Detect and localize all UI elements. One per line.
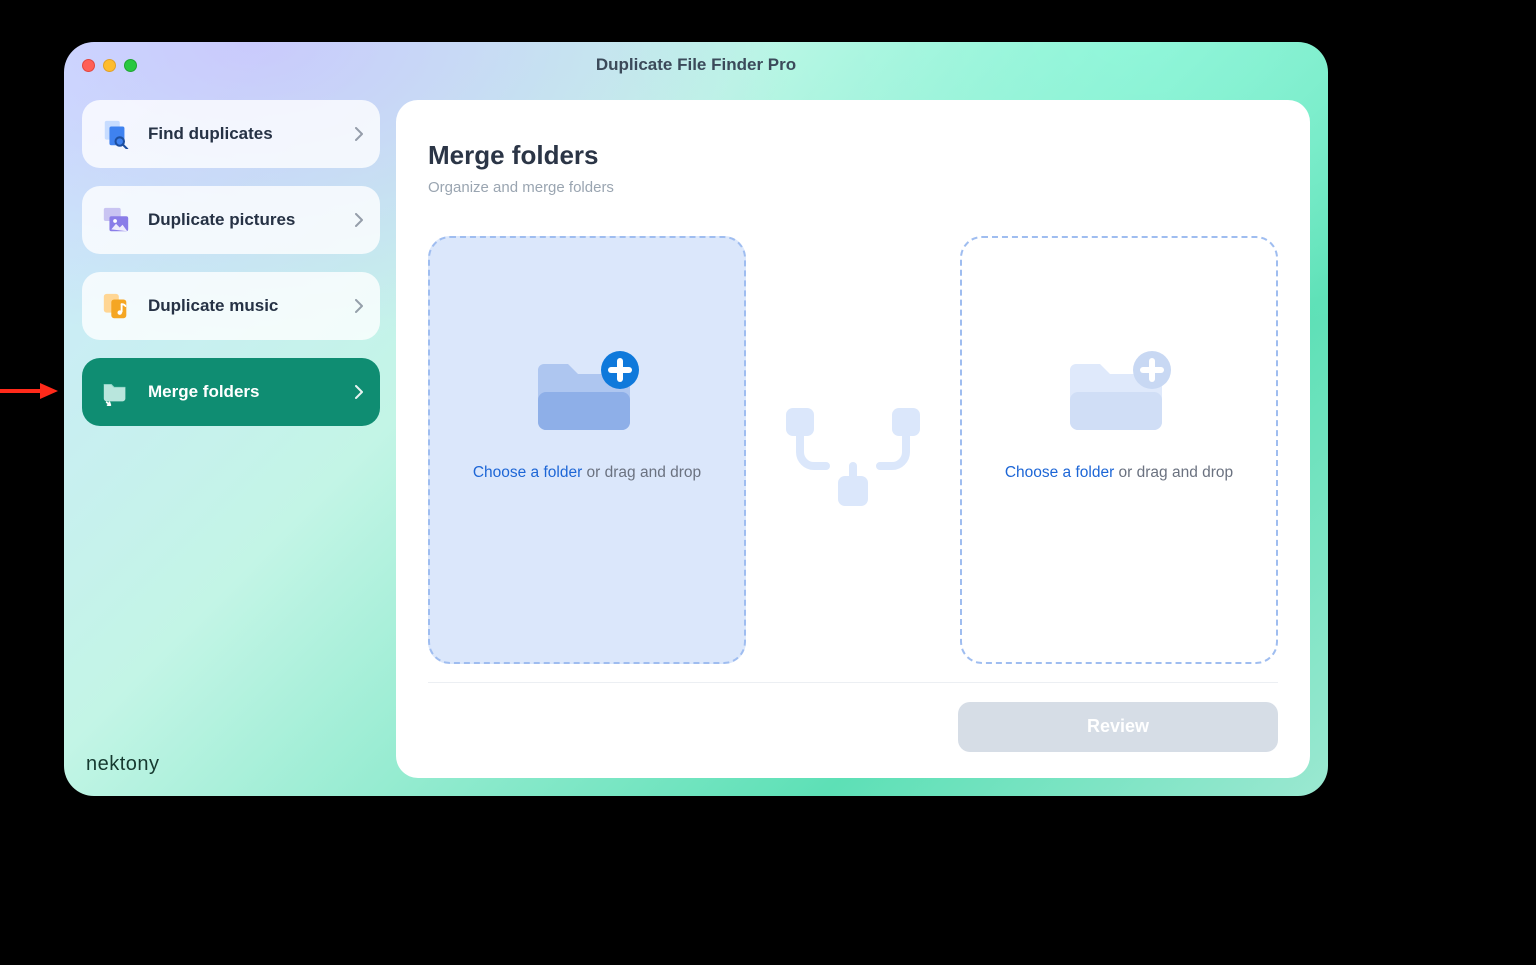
- app-window: Duplicate File Finder Pro Find duplicate…: [64, 42, 1328, 796]
- sidebar-item-duplicate-music[interactable]: Duplicate music: [82, 272, 380, 340]
- music-icon: [100, 290, 132, 322]
- brand-logo: nektony: [86, 753, 160, 776]
- branch-icon: [778, 402, 928, 512]
- drop-row: Choose a folder or drag and drop: [428, 236, 1278, 678]
- chevron-right-icon: [355, 385, 364, 399]
- dropzone-caption: Choose a folder or drag and drop: [1005, 464, 1233, 482]
- dropzone-hint: or drag and drop: [1114, 464, 1233, 481]
- window-controls: [82, 59, 137, 72]
- window-title: Duplicate File Finder Pro: [64, 55, 1328, 75]
- chevron-right-icon: [355, 127, 364, 141]
- titlebar: Duplicate File Finder Pro: [64, 42, 1328, 88]
- minimize-window-button[interactable]: [103, 59, 116, 72]
- footer-bar: Review: [428, 682, 1278, 754]
- close-window-button[interactable]: [82, 59, 95, 72]
- sidebar-item-find-duplicates[interactable]: Find duplicates: [82, 100, 380, 168]
- sidebar-item-label: Find duplicates: [148, 124, 339, 144]
- chevron-right-icon: [355, 213, 364, 227]
- choose-folder-link[interactable]: Choose a folder: [473, 464, 582, 481]
- sidebar: Find duplicates Duplicate pictures: [82, 100, 380, 778]
- folder-add-icon: [1064, 346, 1174, 438]
- page-subtitle: Organize and merge folders: [428, 179, 1278, 196]
- review-button[interactable]: Review: [958, 702, 1278, 752]
- dropzone-hint: or drag and drop: [582, 464, 701, 481]
- pictures-icon: [100, 204, 132, 236]
- dropzone-caption: Choose a folder or drag and drop: [473, 464, 701, 482]
- choose-folder-link[interactable]: Choose a folder: [1005, 464, 1114, 481]
- sidebar-item-duplicate-pictures[interactable]: Duplicate pictures: [82, 186, 380, 254]
- merge-folders-icon: [100, 376, 132, 408]
- sidebar-item-label: Duplicate pictures: [148, 210, 339, 230]
- page-title: Merge folders: [428, 140, 1278, 171]
- main-panel: Merge folders Organize and merge folders: [396, 100, 1310, 778]
- sidebar-item-merge-folders[interactable]: Merge folders: [82, 358, 380, 426]
- target-folder-dropzone[interactable]: Choose a folder or drag and drop: [960, 236, 1278, 664]
- fullscreen-window-button[interactable]: [124, 59, 137, 72]
- merge-graphic: [746, 236, 960, 678]
- sidebar-item-label: Merge folders: [148, 382, 339, 402]
- folder-add-icon: [532, 346, 642, 438]
- annotation-arrow: [0, 384, 60, 398]
- source-folder-dropzone[interactable]: Choose a folder or drag and drop: [428, 236, 746, 664]
- chevron-right-icon: [355, 299, 364, 313]
- duplicate-docs-icon: [100, 118, 132, 150]
- sidebar-item-label: Duplicate music: [148, 296, 339, 316]
